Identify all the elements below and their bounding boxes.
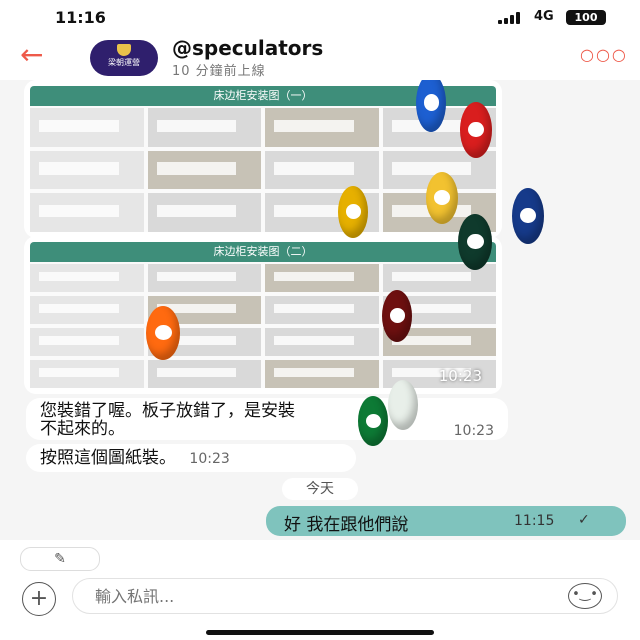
- red-ball-icon: [460, 102, 492, 158]
- delivered-check-icon: ✓: [578, 512, 590, 528]
- guide-grid: [30, 264, 496, 388]
- avatar[interactable]: 梁朝運營: [90, 40, 158, 76]
- avatar-text: 梁朝運營: [108, 58, 140, 67]
- status-bar: 11:16 4G 100: [0, 0, 640, 34]
- message-time: 11:15: [514, 513, 555, 529]
- message-input[interactable]: [72, 578, 618, 614]
- network-type: 4G: [534, 9, 554, 24]
- dark-green-ball-icon: [458, 214, 492, 270]
- back-arrow-icon[interactable]: ←: [20, 40, 60, 70]
- yellow-ball-icon: [338, 186, 368, 238]
- navy-ball-icon: [512, 188, 544, 244]
- guide-title: 床边柜安装图（二）: [30, 242, 496, 262]
- my-message-bubble[interactable]: 好 我在跟他們說 11:15 ✓: [266, 506, 626, 536]
- yellow-striped-ball-icon: [426, 172, 458, 224]
- signal-icon: [498, 12, 526, 24]
- chat-area[interactable]: 床边柜安装图（一） 床边柜安装图（二） 10:23 您裝錯了喔。板子放錯了，是安…: [0, 80, 640, 540]
- assembly-guide-image: 床边柜安装图（二） 10:23: [30, 242, 496, 388]
- image-message-2[interactable]: 床边柜安装图（二） 10:23: [24, 236, 502, 394]
- emoji-icon[interactable]: •‿•: [568, 583, 602, 609]
- compose-icon[interactable]: ✎: [20, 547, 100, 571]
- image-timestamp: 10:23: [438, 367, 482, 385]
- message-time: 10:23: [453, 423, 494, 439]
- message-bubble[interactable]: 按照這個圖紙裝。 10:23: [26, 444, 356, 472]
- plus-icon[interactable]: +: [22, 582, 56, 616]
- orange-ball-icon: [146, 306, 180, 360]
- message-text: 您裝錯了喔。板子放錯了，是安裝: [40, 401, 295, 421]
- last-online: 10 分鐘前上線: [172, 64, 266, 79]
- message-text: 不起來的。: [40, 419, 125, 439]
- channel-name[interactable]: @speculators: [172, 36, 323, 60]
- message-text: 好 我在跟他們說: [284, 515, 409, 535]
- message-text: 按照這個圖紙裝。: [40, 448, 176, 468]
- status-time: 11:16: [55, 8, 106, 27]
- battery-icon: 100: [566, 10, 606, 25]
- more-dots-icon[interactable]: ○○○: [580, 45, 628, 64]
- home-indicator: [206, 630, 434, 635]
- logo-icon: [117, 44, 131, 56]
- maroon-ball-icon: [382, 290, 412, 342]
- message-time: 10:23: [189, 451, 230, 467]
- date-divider: 今天: [282, 478, 358, 500]
- white-ball-icon: [388, 380, 418, 430]
- green-ball-icon: [358, 396, 388, 446]
- chat-header: ← 梁朝運營 @speculators 10 分鐘前上線 ○○○: [0, 34, 640, 80]
- message-bubble[interactable]: 您裝錯了喔。板子放錯了，是安裝 不起來的。 10:23: [26, 398, 508, 440]
- composer: ✎ + •‿•: [0, 540, 640, 640]
